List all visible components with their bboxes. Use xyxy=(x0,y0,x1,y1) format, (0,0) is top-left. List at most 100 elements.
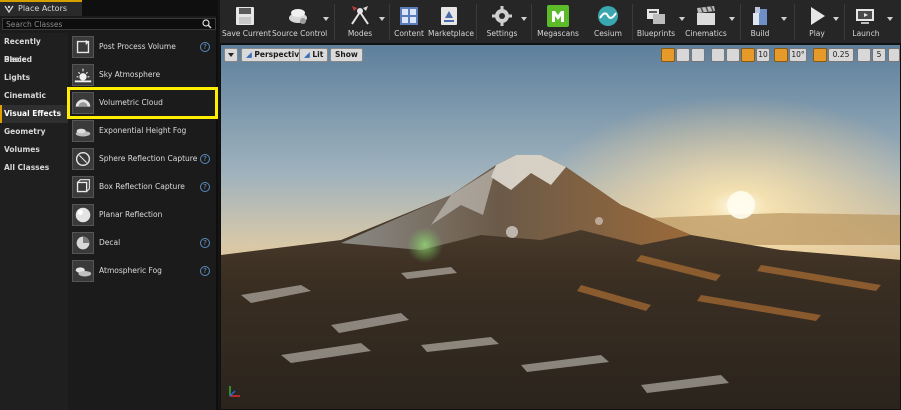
toolbar-separator xyxy=(632,4,633,40)
chevron-down-icon xyxy=(228,53,234,57)
cinematics-button[interactable]: Cinematics xyxy=(684,3,728,41)
camera-speed-value[interactable]: 5 xyxy=(872,48,886,62)
lit-button[interactable]: ◢ Lit xyxy=(299,48,329,62)
main-toolbar: Save Current Source Control Modes Conten… xyxy=(220,0,901,44)
help-icon[interactable]: ? xyxy=(200,154,210,164)
category-list: Recently Placed Basic Lights Cinematic V… xyxy=(0,33,68,410)
actor-item-exponential-height-fog[interactable]: Exponential Height Fog xyxy=(69,117,216,145)
blueprints-label: Blueprints xyxy=(636,29,676,38)
category-recently-placed[interactable]: Recently Placed xyxy=(0,33,68,64)
build-dropdown[interactable] xyxy=(780,3,788,41)
source-control-dropdown[interactable] xyxy=(322,3,330,41)
box-reflection-icon xyxy=(72,176,94,198)
toolbar-separator xyxy=(794,4,795,40)
volumetric-cloud-icon xyxy=(72,92,94,114)
blueprints-button[interactable]: Blueprints xyxy=(634,3,678,41)
build-button[interactable]: Build xyxy=(744,3,776,41)
actor-item-box-reflection-capture[interactable]: Box Reflection Capture ? xyxy=(69,173,216,201)
search-icon[interactable] xyxy=(201,19,213,29)
search-input[interactable] xyxy=(3,19,199,29)
settings-button[interactable]: Settings xyxy=(482,3,522,41)
save-icon xyxy=(236,7,254,25)
category-all-classes[interactable]: All Classes xyxy=(0,159,68,177)
actor-item-sky-atmosphere[interactable]: Sky Atmosphere xyxy=(69,61,216,89)
modes-dropdown[interactable] xyxy=(378,3,386,41)
marketplace-button[interactable]: Marketplace xyxy=(428,3,474,41)
marketplace-label: Marketplace xyxy=(428,29,474,38)
actor-item-decal[interactable]: Decal ? xyxy=(69,229,216,257)
world-space-icon[interactable] xyxy=(711,48,725,62)
panel-tab-bar: Place Actors xyxy=(0,0,218,16)
actor-item-post-process-volume[interactable]: Post Process Volume ? xyxy=(69,33,216,61)
cesium-button[interactable]: Cesium xyxy=(588,3,628,41)
camera-speed-scale-value[interactable]: 0.25 xyxy=(828,48,854,62)
settings-icon xyxy=(492,6,512,26)
axis-gizmo-icon xyxy=(229,386,240,397)
toolbar-separator xyxy=(476,4,477,40)
play-dropdown[interactable] xyxy=(832,3,840,41)
cinematics-label: Cinematics xyxy=(685,29,727,38)
place-actors-panel: Place Actors Recently Placed Basic Light… xyxy=(0,0,218,410)
maximize-viewport-icon[interactable] xyxy=(888,48,900,62)
save-current-button[interactable]: Save Current xyxy=(222,3,271,41)
toolbar-separator xyxy=(740,4,741,40)
scale-snap-icon[interactable] xyxy=(813,48,827,62)
chevron-down-icon xyxy=(833,17,839,21)
category-cinematic[interactable]: Cinematic xyxy=(0,87,68,105)
build-label: Build xyxy=(750,29,770,38)
category-geometry[interactable]: Geometry xyxy=(0,123,68,141)
cesium-label: Cesium xyxy=(594,29,622,38)
source-control-button[interactable]: Source Control xyxy=(272,3,328,41)
grid-snap-icon[interactable] xyxy=(741,48,755,62)
show-label: Show xyxy=(335,50,358,59)
megascans-icon xyxy=(547,5,569,27)
viewport-scene-image xyxy=(221,45,900,409)
scale-tool-icon[interactable] xyxy=(691,48,705,62)
category-basic[interactable]: Basic xyxy=(0,51,68,69)
camera-speed-icon[interactable] xyxy=(857,48,871,62)
category-visual-effects[interactable]: Visual Effects xyxy=(0,105,68,123)
category-volumes[interactable]: Volumes xyxy=(0,141,68,159)
modes-button[interactable]: Modes xyxy=(340,3,380,41)
megascans-label: Megascans xyxy=(537,29,579,38)
help-icon[interactable]: ? xyxy=(200,182,210,192)
play-button[interactable]: Play xyxy=(800,3,834,41)
source-control-label: Source Control xyxy=(272,29,328,38)
sphere-reflection-icon xyxy=(72,148,94,170)
rotate-tool-icon[interactable] xyxy=(676,48,690,62)
place-actors-tab-label: Place Actors xyxy=(18,4,68,13)
build-icon xyxy=(753,7,767,25)
place-actors-tab[interactable]: Place Actors xyxy=(0,0,82,16)
launch-dropdown[interactable] xyxy=(886,3,894,41)
grid-snap-value[interactable]: 10 xyxy=(756,48,770,62)
rotation-snap-icon[interactable] xyxy=(774,48,788,62)
toolbar-separator xyxy=(389,4,390,40)
viewport-options-button[interactable] xyxy=(224,48,238,62)
level-viewport[interactable]: ◢ Perspective ◢ Lit Show 10 10° 0.25 5 xyxy=(220,44,901,410)
help-icon[interactable]: ? xyxy=(200,42,210,52)
category-lights[interactable]: Lights xyxy=(0,69,68,87)
play-label: Play xyxy=(809,29,825,38)
surface-snap-icon[interactable] xyxy=(726,48,740,62)
megascans-button[interactable]: Megascans xyxy=(536,3,580,41)
actor-item-volumetric-cloud[interactable]: Volumetric Cloud xyxy=(67,87,218,119)
launch-button[interactable]: Launch xyxy=(848,3,884,41)
atmospheric-fog-icon xyxy=(72,260,94,282)
actor-item-sphere-reflection-capture[interactable]: Sphere Reflection Capture ? xyxy=(69,145,216,173)
cinematics-dropdown[interactable] xyxy=(728,3,736,41)
show-button[interactable]: Show xyxy=(330,48,363,62)
actor-item-planar-reflection[interactable]: Planar Reflection xyxy=(69,201,216,229)
actor-item-atmospheric-fog[interactable]: Atmospheric Fog ? xyxy=(69,257,216,285)
rotation-snap-value[interactable]: 10° xyxy=(789,48,807,62)
play-icon xyxy=(811,7,825,25)
help-icon[interactable]: ? xyxy=(200,266,210,276)
search-box xyxy=(2,18,216,30)
actor-label: Sphere Reflection Capture xyxy=(99,154,198,163)
help-icon[interactable]: ? xyxy=(200,238,210,248)
launch-label: Launch xyxy=(852,29,880,38)
chevron-down-icon xyxy=(887,17,893,21)
translate-tool-icon[interactable] xyxy=(661,48,675,62)
content-button[interactable]: Content xyxy=(392,3,426,41)
chevron-down-icon xyxy=(323,17,329,21)
settings-dropdown[interactable] xyxy=(520,3,528,41)
